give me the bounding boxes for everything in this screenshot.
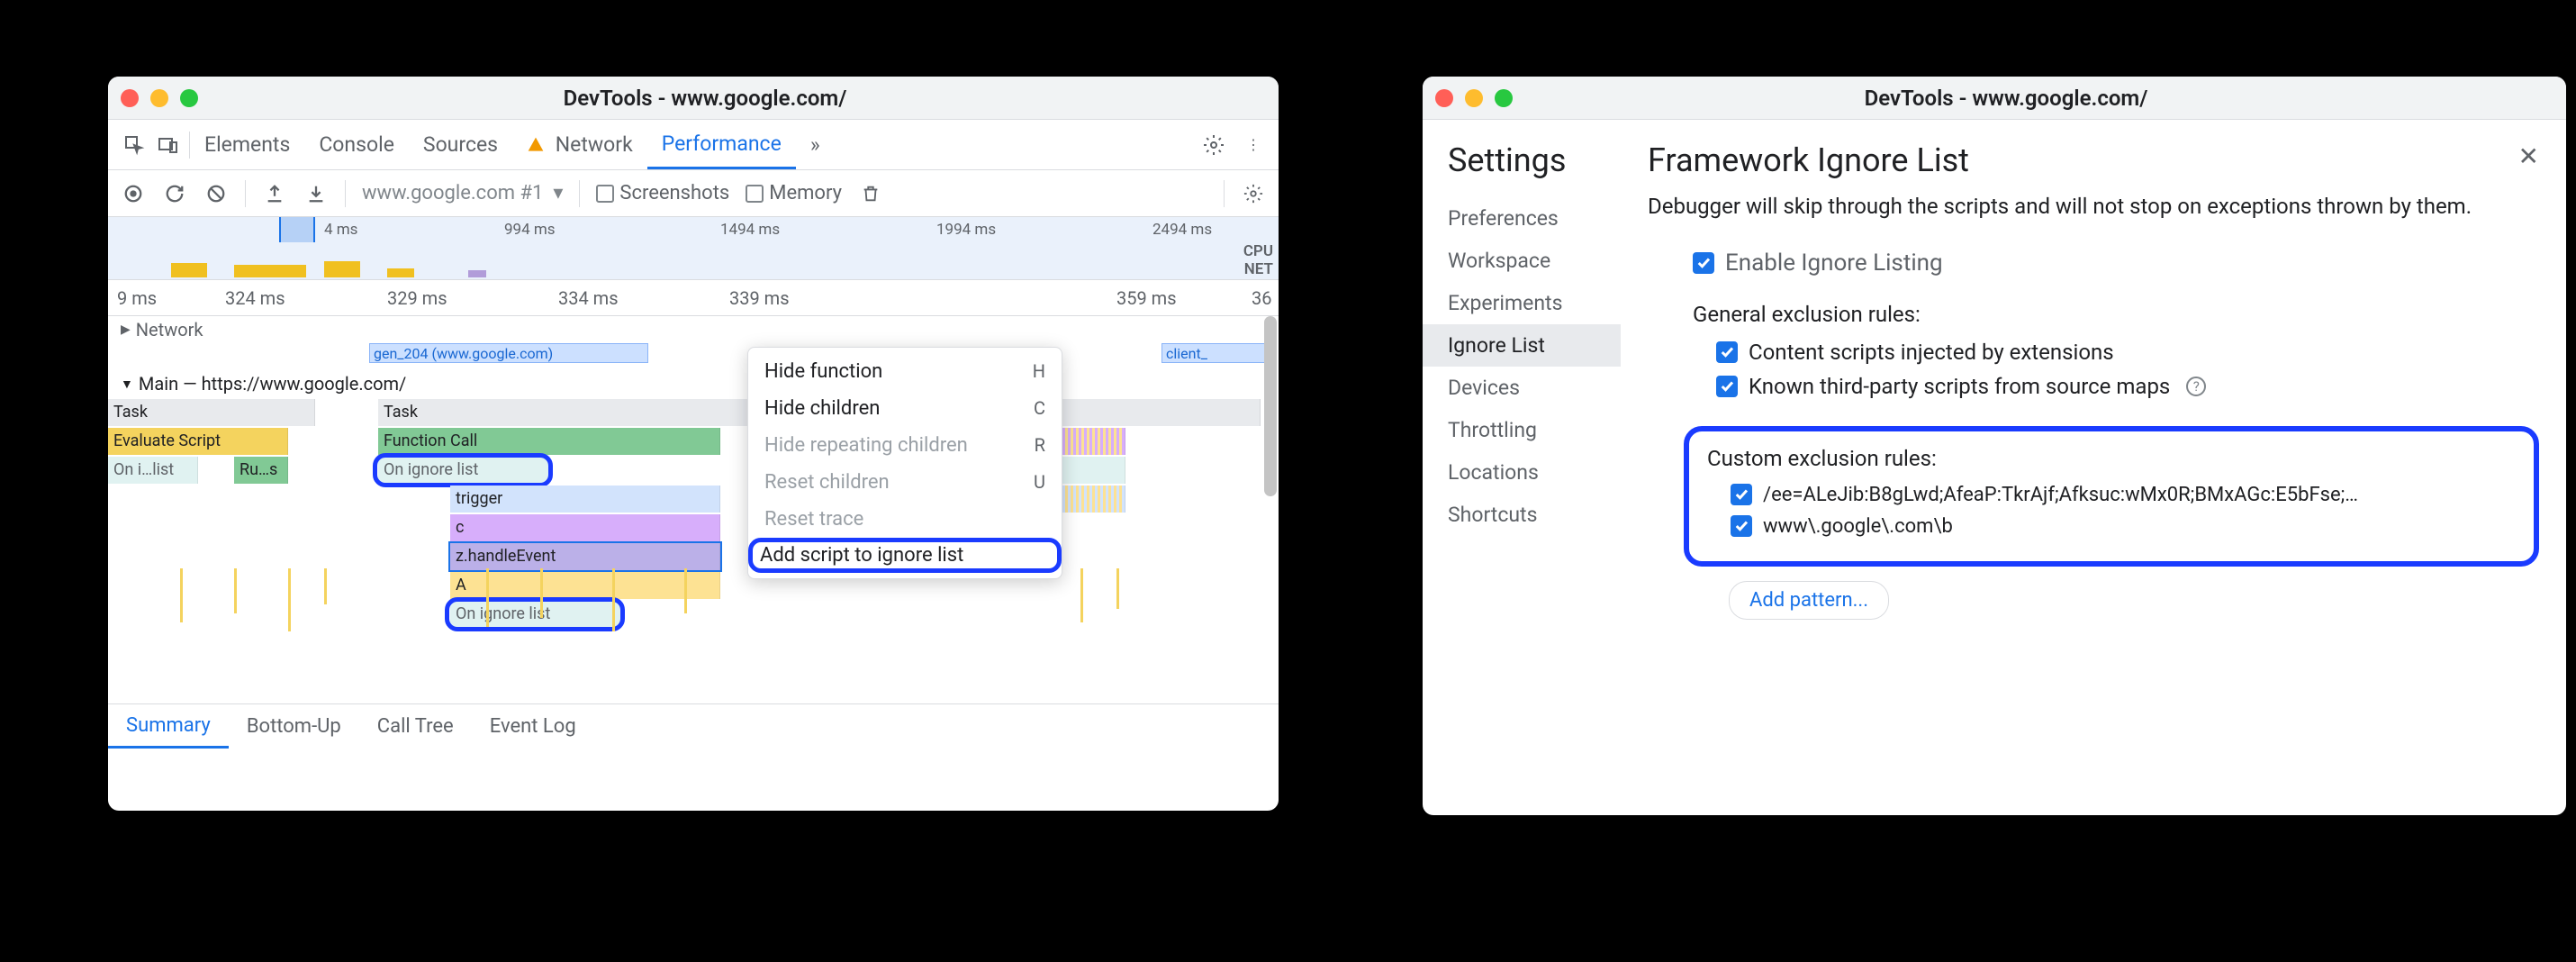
tab-console[interactable]: Console (304, 120, 409, 169)
gear-icon[interactable] (1201, 132, 1226, 158)
perf-toolbar: www.google.com #1 ▾ Screenshots Memory (108, 170, 1279, 217)
overview-selection[interactable] (279, 217, 315, 242)
subtab-event-log[interactable]: Event Log (472, 704, 594, 749)
main-track-header[interactable]: ▼Main — https://www.google.com/ (108, 370, 1279, 397)
close-window-button[interactable] (121, 89, 139, 107)
general-rules-heading: General exclusion rules: (1693, 302, 2539, 327)
maximize-window-button[interactable] (1495, 89, 1513, 107)
sidebar-item-workspace[interactable]: Workspace (1423, 240, 1621, 282)
network-request[interactable]: client_ (1161, 343, 1270, 363)
flame-bar-function-call[interactable]: Function Call (378, 428, 720, 455)
minimize-window-button[interactable] (150, 89, 168, 107)
record-button[interactable] (121, 181, 146, 206)
custom-rules-highlight: Custom exclusion rules: /ee=ALeJib:B8gLw… (1684, 426, 2539, 567)
close-window-button[interactable] (1435, 89, 1453, 107)
flame-bar[interactable]: c (450, 514, 720, 541)
flame-bar[interactable]: trigger (450, 486, 720, 513)
enable-ignore-listing-checkbox[interactable]: Enable Ignore Listing (1693, 250, 2539, 277)
checkbox-checked-icon (1716, 341, 1738, 363)
sidebar-item-preferences[interactable]: Preferences (1423, 197, 1621, 240)
settings-gear-icon[interactable] (1241, 181, 1266, 206)
titlebar: DevTools - www.google.com/ (108, 77, 1279, 120)
highlight-ignore-list-badge (373, 453, 553, 487)
general-rule-checkbox[interactable]: Content scripts injected by extensions (1716, 340, 2539, 365)
window-title: DevTools - www.google.com/ (1513, 86, 2553, 111)
ctx-hide-children[interactable]: Hide childrenC (748, 390, 1062, 427)
panel-tabs: Elements Console Sources Network Perform… (108, 120, 1279, 170)
sidebar-item-experiments[interactable]: Experiments (1423, 282, 1621, 324)
ctx-reset-children: Reset childrenU (748, 464, 1062, 501)
custom-rule-checkbox[interactable]: /ee=ALeJib:B8gLwd;AfeaP:TkrAjf;Afksuc:wM… (1731, 484, 2516, 506)
sidebar-item-shortcuts[interactable]: Shortcuts (1423, 494, 1621, 536)
flame-bar[interactable] (1062, 486, 1125, 513)
ctx-hide-repeating: Hide repeating childrenR (748, 427, 1062, 464)
tab-network[interactable]: Network (512, 120, 647, 169)
titlebar: DevTools - www.google.com/ (1423, 77, 2566, 120)
custom-rules-heading: Custom exclusion rules: (1707, 446, 2516, 471)
scrollbar[interactable] (1264, 316, 1277, 496)
traffic-lights (121, 89, 198, 107)
custom-rule-checkbox[interactable]: www\.google\.com\b (1731, 515, 2516, 538)
kebab-menu-icon[interactable]: ⋮ (1241, 132, 1266, 158)
trash-icon[interactable] (858, 181, 883, 206)
checkbox-checked-icon (1693, 252, 1714, 274)
traffic-lights (1435, 89, 1513, 107)
detail-tabs: Summary Bottom-Up Call Tree Event Log (108, 703, 1279, 749)
checkbox-checked-icon (1731, 484, 1752, 505)
network-track-header[interactable]: ▶Network (108, 316, 1279, 343)
subtab-call-tree[interactable]: Call Tree (359, 704, 472, 749)
tab-sources[interactable]: Sources (409, 120, 512, 169)
flame-bar[interactable] (1062, 428, 1125, 455)
memory-checkbox[interactable]: Memory (746, 182, 842, 204)
profile-select[interactable]: www.google.com #1 ▾ (362, 182, 563, 204)
sidebar-item-locations[interactable]: Locations (1423, 451, 1621, 494)
flame-chart-panel[interactable]: ▶Network gen_204 (www.google.com) client… (108, 316, 1279, 703)
ctx-reset-trace: Reset trace (748, 501, 1062, 538)
network-request[interactable]: gen_204 (www.google.com) (369, 343, 648, 363)
close-icon[interactable]: ✕ (2518, 141, 2539, 171)
checkbox-checked-icon (1731, 515, 1752, 537)
page-title: Framework Ignore List (1648, 141, 2539, 179)
activity-ticks (108, 568, 1279, 640)
download-icon[interactable] (303, 181, 329, 206)
tab-elements[interactable]: Elements (190, 120, 304, 169)
sidebar-item-ignore-list[interactable]: Ignore List (1423, 324, 1621, 367)
help-icon[interactable]: ? (2186, 377, 2206, 396)
ctx-hide-function[interactable]: Hide functionH (748, 353, 1062, 390)
screenshots-checkbox[interactable]: Screenshots (596, 182, 729, 204)
flame-bar-on-ignore-list[interactable]: On i…list (108, 457, 198, 484)
ctx-add-ignore-list[interactable]: Add script to ignore list (748, 538, 1062, 573)
flame-bar[interactable] (1062, 457, 1125, 484)
flame-bar-evaluate-script[interactable]: Evaluate Script (108, 428, 288, 455)
minimize-window-button[interactable] (1465, 89, 1483, 107)
checkbox-checked-icon (1716, 376, 1738, 397)
settings-heading: Settings (1423, 141, 1621, 197)
subtab-summary[interactable]: Summary (108, 704, 229, 749)
reload-record-button[interactable] (162, 181, 187, 206)
inspect-icon[interactable] (121, 132, 148, 159)
window-title: DevTools - www.google.com/ (198, 86, 1266, 111)
flame-bar-selected[interactable]: z.handleEvent (450, 543, 720, 570)
settings-sidebar: Settings Preferences Workspace Experimen… (1423, 120, 1621, 815)
device-toggle-icon[interactable] (155, 132, 182, 159)
general-rule-checkbox[interactable]: Known third-party scripts from source ma… (1716, 374, 2539, 399)
sidebar-item-devices[interactable]: Devices (1423, 367, 1621, 409)
subtab-bottom-up[interactable]: Bottom-Up (229, 704, 359, 749)
context-menu: Hide functionH Hide childrenC Hide repea… (747, 347, 1062, 579)
devtools-settings-window: DevTools - www.google.com/ Settings Pref… (1423, 77, 2566, 815)
more-tabs-button[interactable]: » (796, 120, 835, 169)
clear-button[interactable] (203, 181, 229, 206)
flame-bar-task[interactable]: Task (108, 399, 315, 426)
page-description: Debugger will skip through the scripts a… (1648, 192, 2539, 222)
add-pattern-button[interactable]: Add pattern... (1729, 581, 1889, 620)
maximize-window-button[interactable] (180, 89, 198, 107)
devtools-performance-window: DevTools - www.google.com/ Elements Cons… (108, 77, 1279, 811)
settings-content: ✕ Framework Ignore List Debugger will sk… (1621, 120, 2566, 815)
upload-icon[interactable] (262, 181, 287, 206)
tab-performance[interactable]: Performance (647, 120, 796, 169)
time-ruler: 9 ms 324 ms 329 ms 334 ms 339 ms 359 ms … (108, 280, 1279, 316)
sidebar-item-throttling[interactable]: Throttling (1423, 409, 1621, 451)
overview-timeline[interactable]: 4 ms 994 ms 1494 ms 1994 ms 2494 ms CPU … (108, 217, 1279, 280)
flame-bar[interactable]: Ru…s (234, 457, 288, 484)
